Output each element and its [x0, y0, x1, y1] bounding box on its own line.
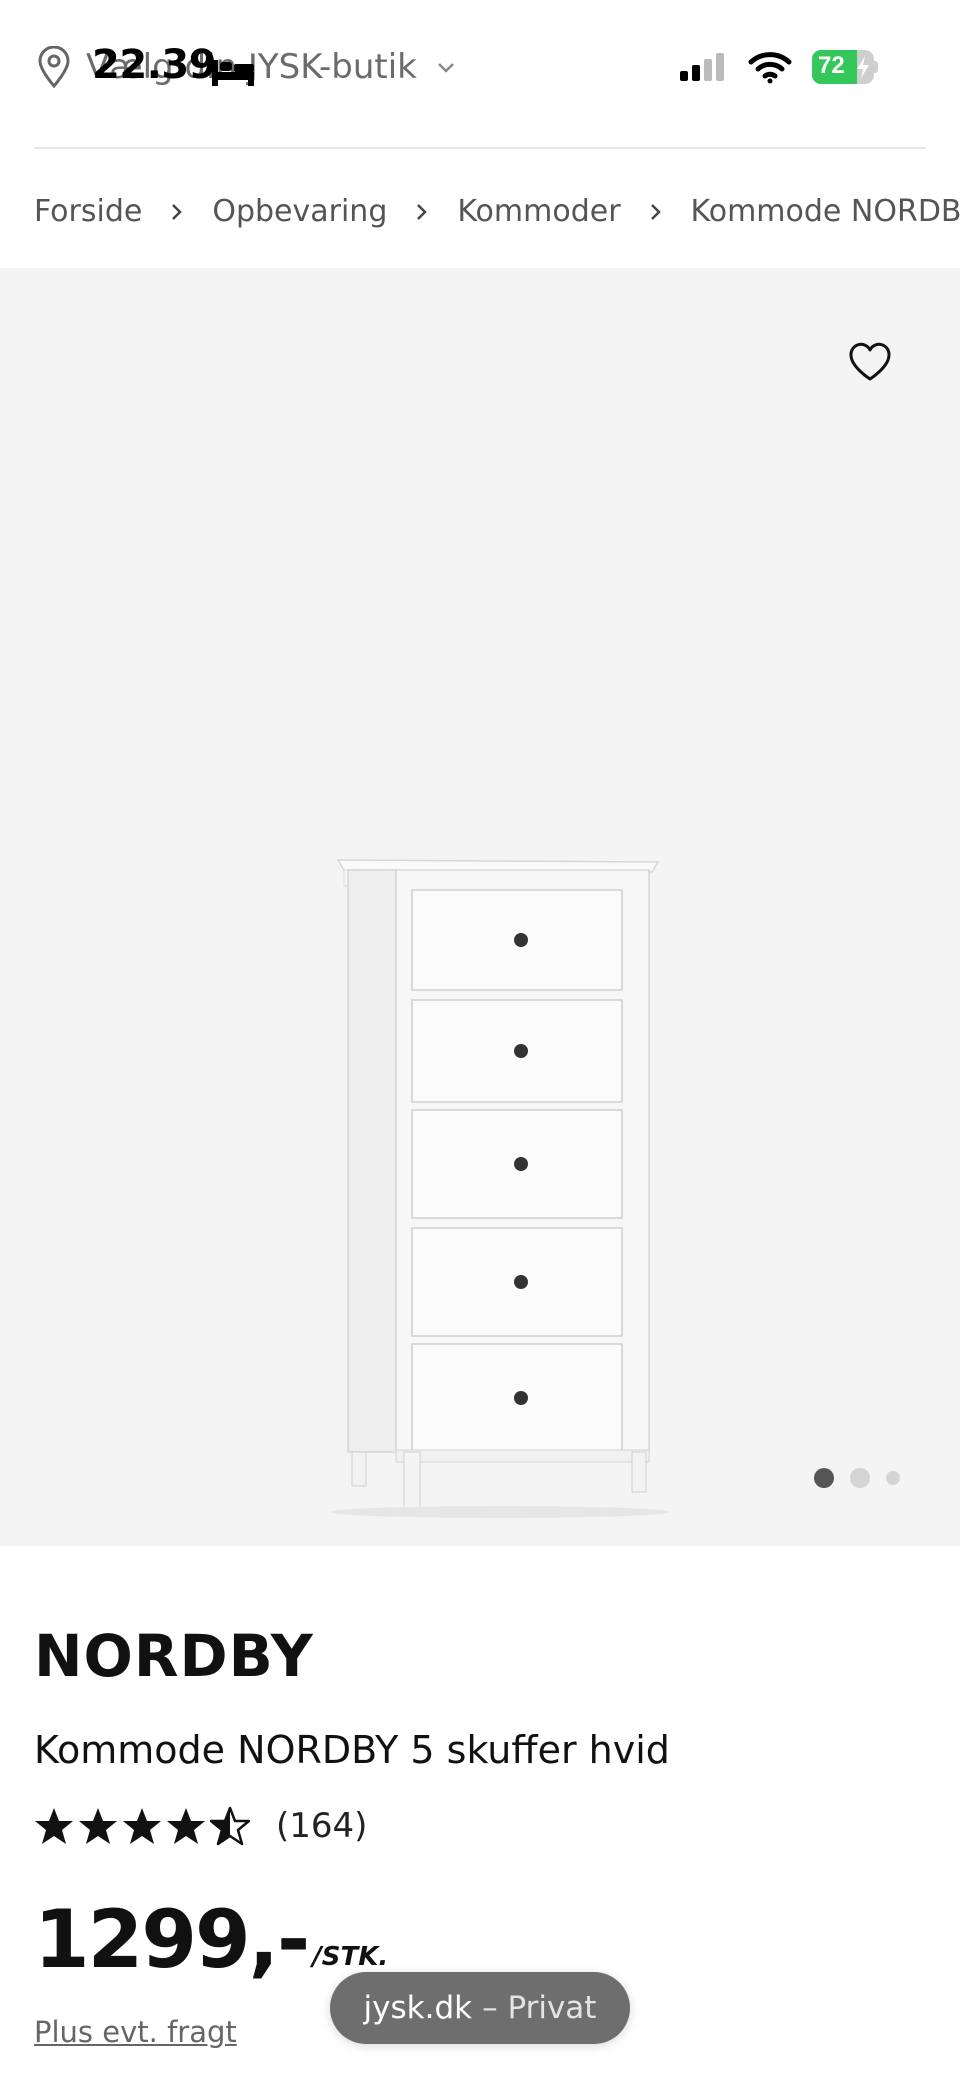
breadcrumb-item-current[interactable]: Kommode NORDBY 5 [691, 194, 960, 229]
product-name: Kommode NORDBY 5 skuffer hvid [34, 1728, 670, 1772]
heart-icon[interactable] [848, 342, 892, 382]
battery-icon: 72 [812, 50, 878, 84]
breadcrumb-item-forside[interactable]: Forside [34, 194, 142, 229]
signal-icon [680, 53, 724, 81]
star-full-icon [79, 1808, 117, 1844]
charging-bolt-icon [857, 56, 869, 78]
chevron-right-icon [650, 203, 661, 220]
header-divider [34, 147, 926, 149]
breadcrumb-item-opbevaring[interactable]: Opbevaring [212, 194, 387, 229]
chevron-down-icon [437, 63, 454, 73]
star-full-icon [123, 1808, 161, 1844]
product-gallery[interactable] [0, 268, 960, 1546]
wifi-icon [748, 52, 792, 84]
status-icons: 72 [678, 50, 878, 84]
chevron-right-icon [417, 203, 428, 220]
breadcrumb: Forside Opbevaring Kommoder Kommode NORD… [34, 194, 960, 229]
status-time: 22.39 [92, 42, 217, 88]
product-image [330, 859, 670, 1518]
freight-link[interactable]: Plus evt. fragt [34, 2015, 237, 2049]
breadcrumb-item-kommoder[interactable]: Kommoder [457, 194, 620, 229]
price-row: 1299,- /STK. [34, 1900, 388, 1980]
drawer-fronts [411, 889, 623, 1453]
browser-address-bar[interactable]: jysk.dk – Privat [330, 1972, 630, 2044]
top-bar: Vælg din JYSK-butik 22.39 72 [0, 0, 960, 148]
chevron-right-icon [172, 203, 183, 220]
product-price: 1299,- [34, 1893, 310, 1986]
review-count: (164) [276, 1806, 368, 1846]
star-half-icon [210, 1806, 250, 1846]
carousel-dot-active[interactable] [814, 1468, 834, 1488]
product-rating[interactable]: (164) [34, 1806, 367, 1846]
carousel-dot[interactable] [886, 1471, 900, 1485]
star-full-icon [167, 1808, 205, 1844]
browser-domain: jysk.dk [363, 1990, 473, 2026]
location-pin-icon [38, 46, 70, 88]
carousel-dot[interactable] [850, 1468, 870, 1488]
carousel-dots [814, 1468, 900, 1488]
product-brand: NORDBY [34, 1622, 314, 1690]
browser-private-mode: – Privat [482, 1990, 597, 2026]
star-full-icon [35, 1808, 73, 1844]
bed-icon [212, 60, 254, 86]
battery-level: 72 [818, 52, 845, 79]
price-unit: /STK. [312, 1942, 389, 1972]
